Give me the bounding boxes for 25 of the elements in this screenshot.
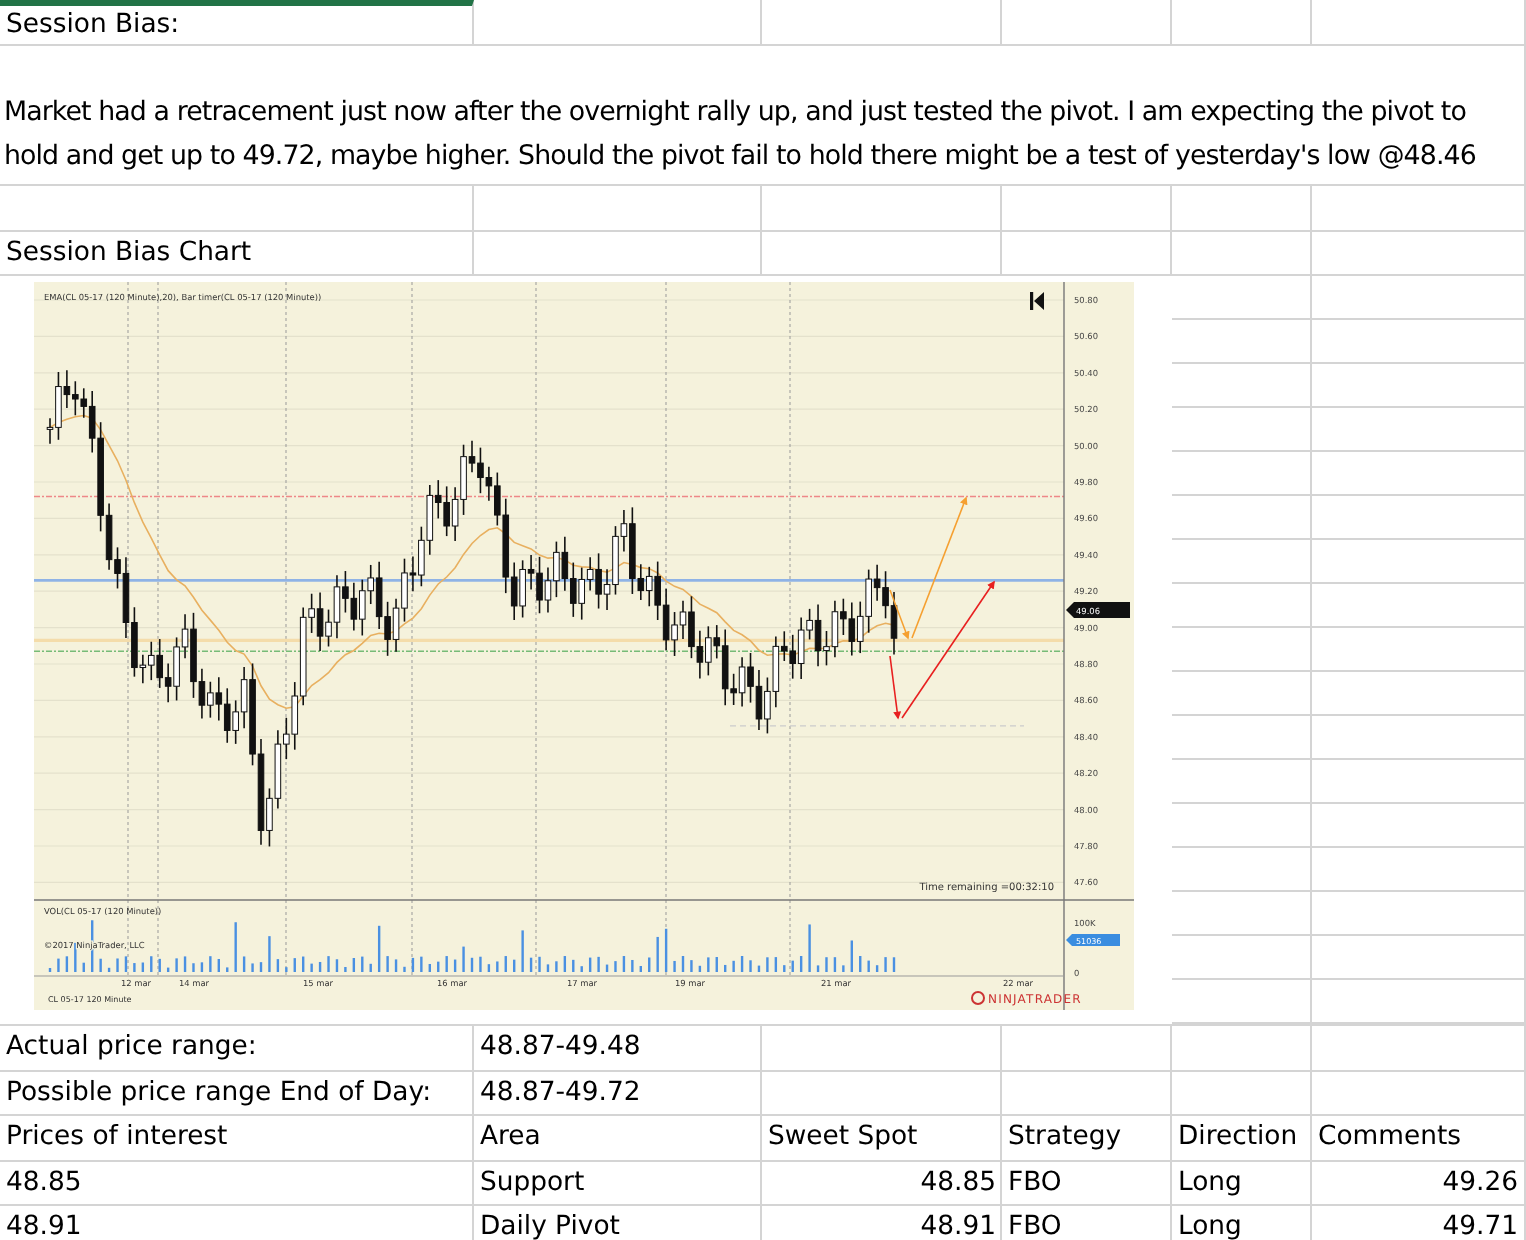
table-cell: Support <box>480 1167 585 1198</box>
table-cell: FBO <box>1008 1212 1062 1240</box>
column-header: Strategy <box>1008 1122 1122 1153</box>
table-cell: FBO <box>1008 1167 1062 1198</box>
column-header: Area <box>480 1122 541 1153</box>
table-cell: 48.85 <box>6 1167 82 1198</box>
table-cell: Long <box>1178 1167 1242 1198</box>
table-cell: Long <box>1178 1212 1242 1240</box>
column-header: Comments <box>1318 1122 1461 1153</box>
column-header: Direction <box>1178 1122 1298 1153</box>
session-bias-note: Market had a retracement just now after the overnight rally up, and just tested the pivot. I am expecting the pivot to hold and get up to 49.72, maybe higher. Should the pivot fail to hold there might be a test of yesterday's low @48.46 <box>4 96 1478 176</box>
table-cell: 49.26 <box>1442 1167 1518 1198</box>
table-cell: 48.85 <box>920 1167 996 1198</box>
column-header: Prices of interest <box>6 1122 228 1153</box>
section-label: Session Bias: <box>6 10 180 40</box>
column-header: Sweet Spot <box>768 1122 918 1153</box>
range-label: Possible price range End of Day: <box>6 1077 432 1108</box>
chart-title: Session Bias Chart <box>6 237 252 268</box>
table-cell: 48.91 <box>6 1212 82 1240</box>
range-value: 48.87-49.72 <box>480 1077 641 1108</box>
table-cell: 49.71 <box>1442 1212 1518 1240</box>
range-value: 48.87-49.48 <box>480 1032 641 1063</box>
range-label: Actual price range: <box>6 1032 257 1063</box>
table-cell: 48.91 <box>920 1212 996 1240</box>
table-cell: Daily Pivot <box>480 1212 620 1240</box>
